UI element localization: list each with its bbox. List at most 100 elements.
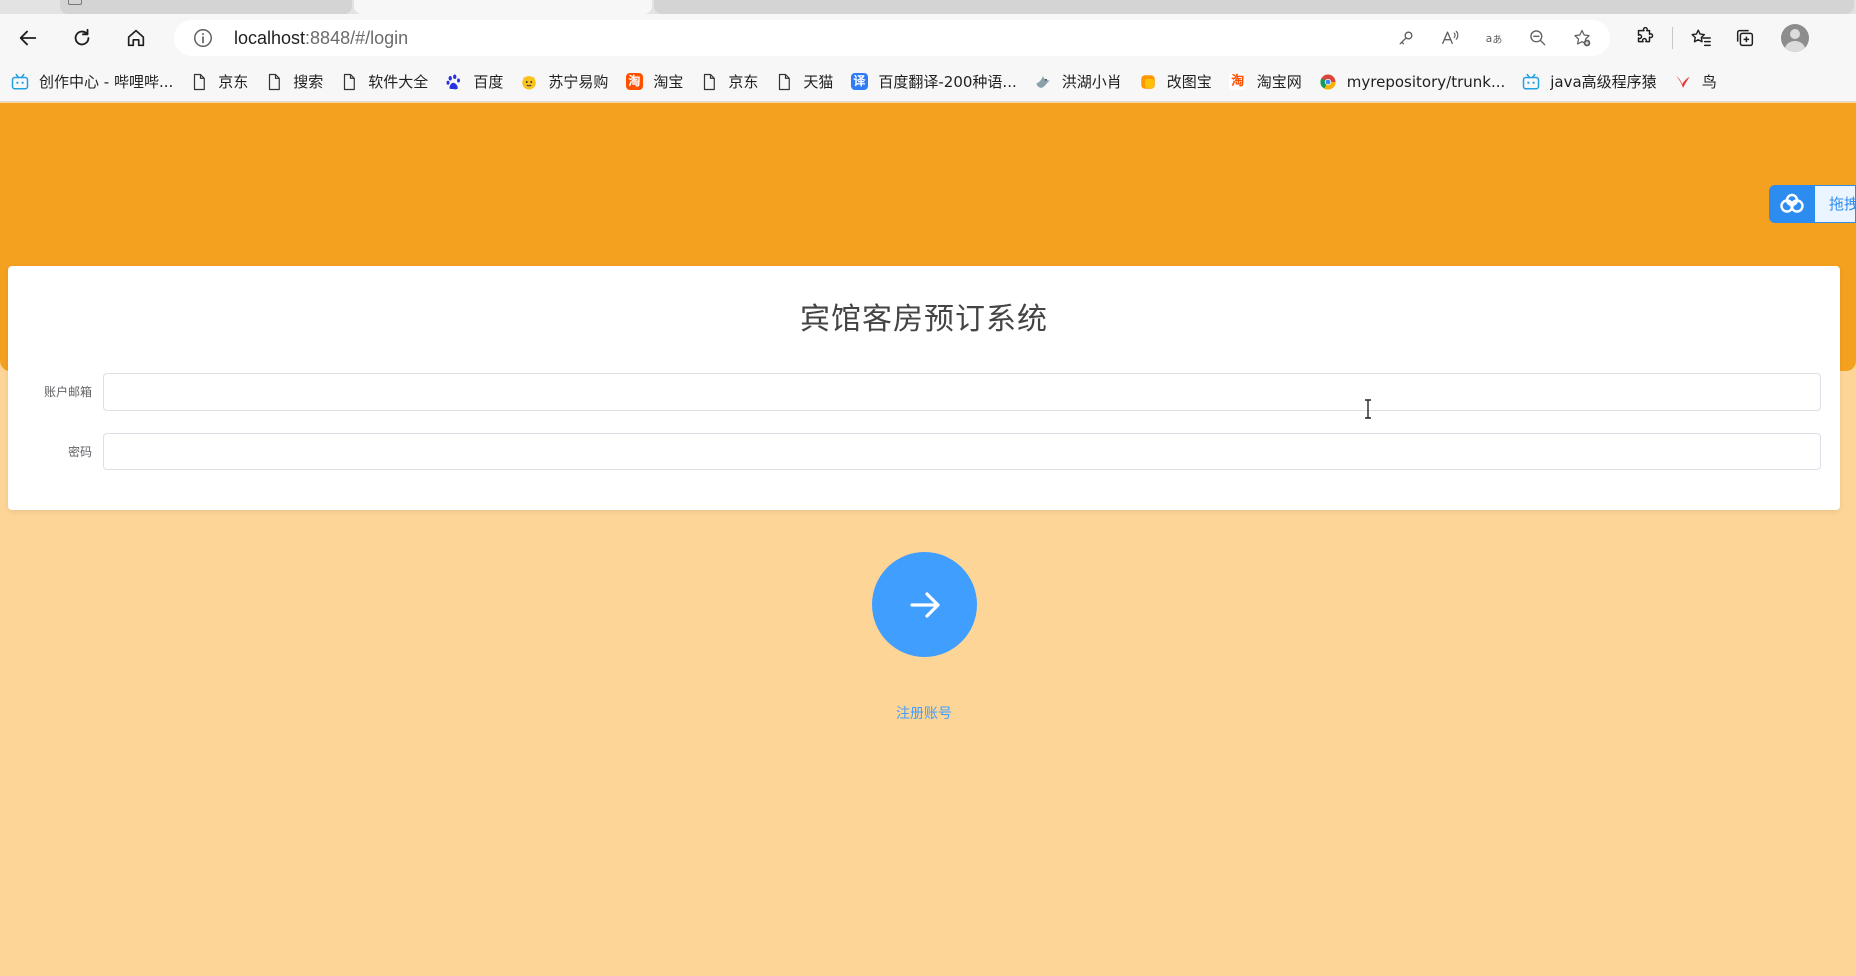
email-label: 账户邮箱	[43, 385, 92, 399]
bookmark-1[interactable]: 京东	[189, 67, 258, 97]
back-button[interactable]	[8, 20, 48, 56]
translate-button[interactable]: aあ	[1472, 20, 1516, 56]
bookmark-13[interactable]: myrepository/trunk...	[1318, 67, 1515, 97]
refresh-button[interactable]	[62, 20, 102, 56]
add-favorite-button[interactable]	[1560, 20, 1604, 56]
site-info-icon[interactable]	[192, 27, 214, 49]
address-bar[interactable]: localhost:8848/#/login aあ	[174, 20, 1610, 56]
zoom-out-icon	[1530, 30, 1546, 46]
page-icon	[774, 72, 794, 92]
bilibili-icon	[1521, 72, 1541, 92]
bookmark-label: 百度	[473, 73, 504, 91]
favorites-star-icon	[1691, 29, 1711, 47]
form-row-email: 账户邮箱	[8, 373, 1840, 411]
translate-icon: 译	[849, 72, 869, 92]
bookmarks-bar: 创作中心 - 哔哩哔... 京东 搜索 软件大全 百度 苏宁易购 淘 淘宝 京东…	[0, 62, 1856, 102]
bookmark-3[interactable]: 软件大全	[339, 67, 438, 97]
bookmark-label: 软件大全	[368, 73, 429, 91]
page-title: 宾馆客房预订系统	[800, 302, 1048, 337]
tab-inactive-2[interactable]	[654, 0, 1854, 14]
text-cursor-icon	[1365, 399, 1371, 419]
bird-icon	[1033, 72, 1053, 92]
url-text[interactable]: localhost:8848/#/login	[234, 20, 408, 56]
puzzle-icon	[1637, 27, 1654, 43]
login-card: 宾馆客房预订系统 账户邮箱 密码	[8, 266, 1840, 510]
bookmark-6[interactable]: 淘 淘宝	[624, 67, 693, 97]
bookmark-label: 百度翻译-200种语...	[878, 73, 1017, 91]
bookmark-11[interactable]: 改图宝	[1138, 67, 1222, 97]
bookmark-label: 京东	[218, 73, 249, 91]
read-aloud-button[interactable]	[1428, 20, 1472, 56]
bookmark-15[interactable]: 鸟	[1673, 67, 1727, 97]
bookmark-9[interactable]: 译 百度翻译-200种语...	[849, 67, 1026, 97]
key-icon	[1399, 31, 1413, 45]
bookmark-label: 创作中心 - 哔哩哔...	[39, 73, 174, 91]
home-button[interactable]	[116, 20, 156, 56]
login-submit-button[interactable]	[872, 552, 977, 657]
read-aloud-icon	[1441, 30, 1459, 45]
page-icon	[264, 72, 284, 92]
bookmark-8[interactable]: 天猫	[774, 67, 843, 97]
translate-page-icon: aあ	[1486, 32, 1503, 46]
chrome-icon	[1318, 72, 1338, 92]
baidu-netdisk-float[interactable]: 拖拽	[1769, 185, 1856, 223]
svg-text:あ: あ	[1492, 34, 1502, 46]
bookmark-label: myrepository/trunk...	[1346, 72, 1506, 91]
bookmark-14[interactable]: java高级程序猿	[1521, 67, 1666, 97]
bookmark-label: 淘宝网	[1256, 73, 1302, 91]
tab-active[interactable]	[354, 0, 652, 14]
bookmark-7[interactable]: 京东	[699, 67, 768, 97]
collections-button[interactable]	[1723, 20, 1767, 56]
form-row-password: 密码	[8, 433, 1840, 471]
refresh-icon	[74, 28, 90, 46]
address-bar-actions: aあ	[1384, 20, 1604, 56]
bookmark-label: 京东	[728, 73, 759, 91]
password-label: 密码	[67, 445, 92, 459]
bookmark-12[interactable]: 淘 淘宝网	[1228, 67, 1312, 97]
bookmark-label: java高级程序猿	[1550, 73, 1657, 91]
tab-inactive-1[interactable]	[60, 0, 352, 14]
browser-right-tools	[1622, 20, 1809, 56]
bookmark-0[interactable]: 创作中心 - 哔哩哔...	[10, 67, 183, 97]
url-host: localhost	[234, 28, 306, 48]
baidu-netdisk-icon	[1769, 185, 1815, 223]
taobao-icon: 淘	[1229, 73, 1247, 90]
tab-strip	[0, 0, 1856, 14]
page-icon	[189, 72, 209, 92]
gaitubao-icon	[1138, 72, 1158, 92]
page-favicon-icon	[68, 0, 82, 5]
bilibili-icon	[10, 72, 30, 92]
email-field[interactable]	[103, 373, 1821, 411]
bookmark-10[interactable]: 洪湖小肖	[1033, 67, 1132, 97]
toolbar-divider	[1672, 27, 1673, 49]
bookmark-2[interactable]: 搜索	[264, 67, 333, 97]
page-viewport: 拖拽 宾馆客房预订系统 账户邮箱 密码 注册账号	[0, 103, 1856, 976]
bookmark-4[interactable]: 百度	[444, 67, 513, 97]
bookmark-5[interactable]: 苏宁易购	[519, 67, 618, 97]
star-add-icon	[1574, 29, 1591, 47]
bookmark-label: 搜索	[293, 73, 324, 91]
extensions-button[interactable]	[1622, 20, 1666, 56]
svg-text:a: a	[1486, 32, 1493, 45]
baidu-paw-icon	[444, 72, 464, 92]
bookmark-label: 淘宝	[653, 73, 684, 91]
zoom-button[interactable]	[1516, 20, 1560, 56]
url-path: :8848/#/login	[305, 28, 409, 48]
bookmark-label: 鸟	[1701, 73, 1717, 91]
home-icon	[127, 29, 145, 47]
page-icon	[339, 72, 359, 92]
page-icon	[699, 72, 719, 92]
baidu-float-text[interactable]: 拖拽	[1815, 185, 1856, 223]
red-bird-icon	[1673, 72, 1693, 92]
back-arrow-icon	[19, 30, 37, 46]
bookmark-label: 改图宝	[1166, 73, 1212, 91]
profile-avatar[interactable]	[1781, 24, 1809, 52]
favorites-button[interactable]	[1679, 20, 1723, 56]
suning-icon	[519, 72, 539, 92]
arrow-right-icon	[909, 591, 940, 618]
browser-toolbar: localhost:8848/#/login aあ	[0, 14, 1856, 62]
bookmark-label: 天猫	[803, 73, 834, 91]
password-field[interactable]	[103, 433, 1821, 470]
register-link[interactable]: 注册账号	[0, 703, 1848, 723]
password-key-button[interactable]	[1384, 20, 1428, 56]
